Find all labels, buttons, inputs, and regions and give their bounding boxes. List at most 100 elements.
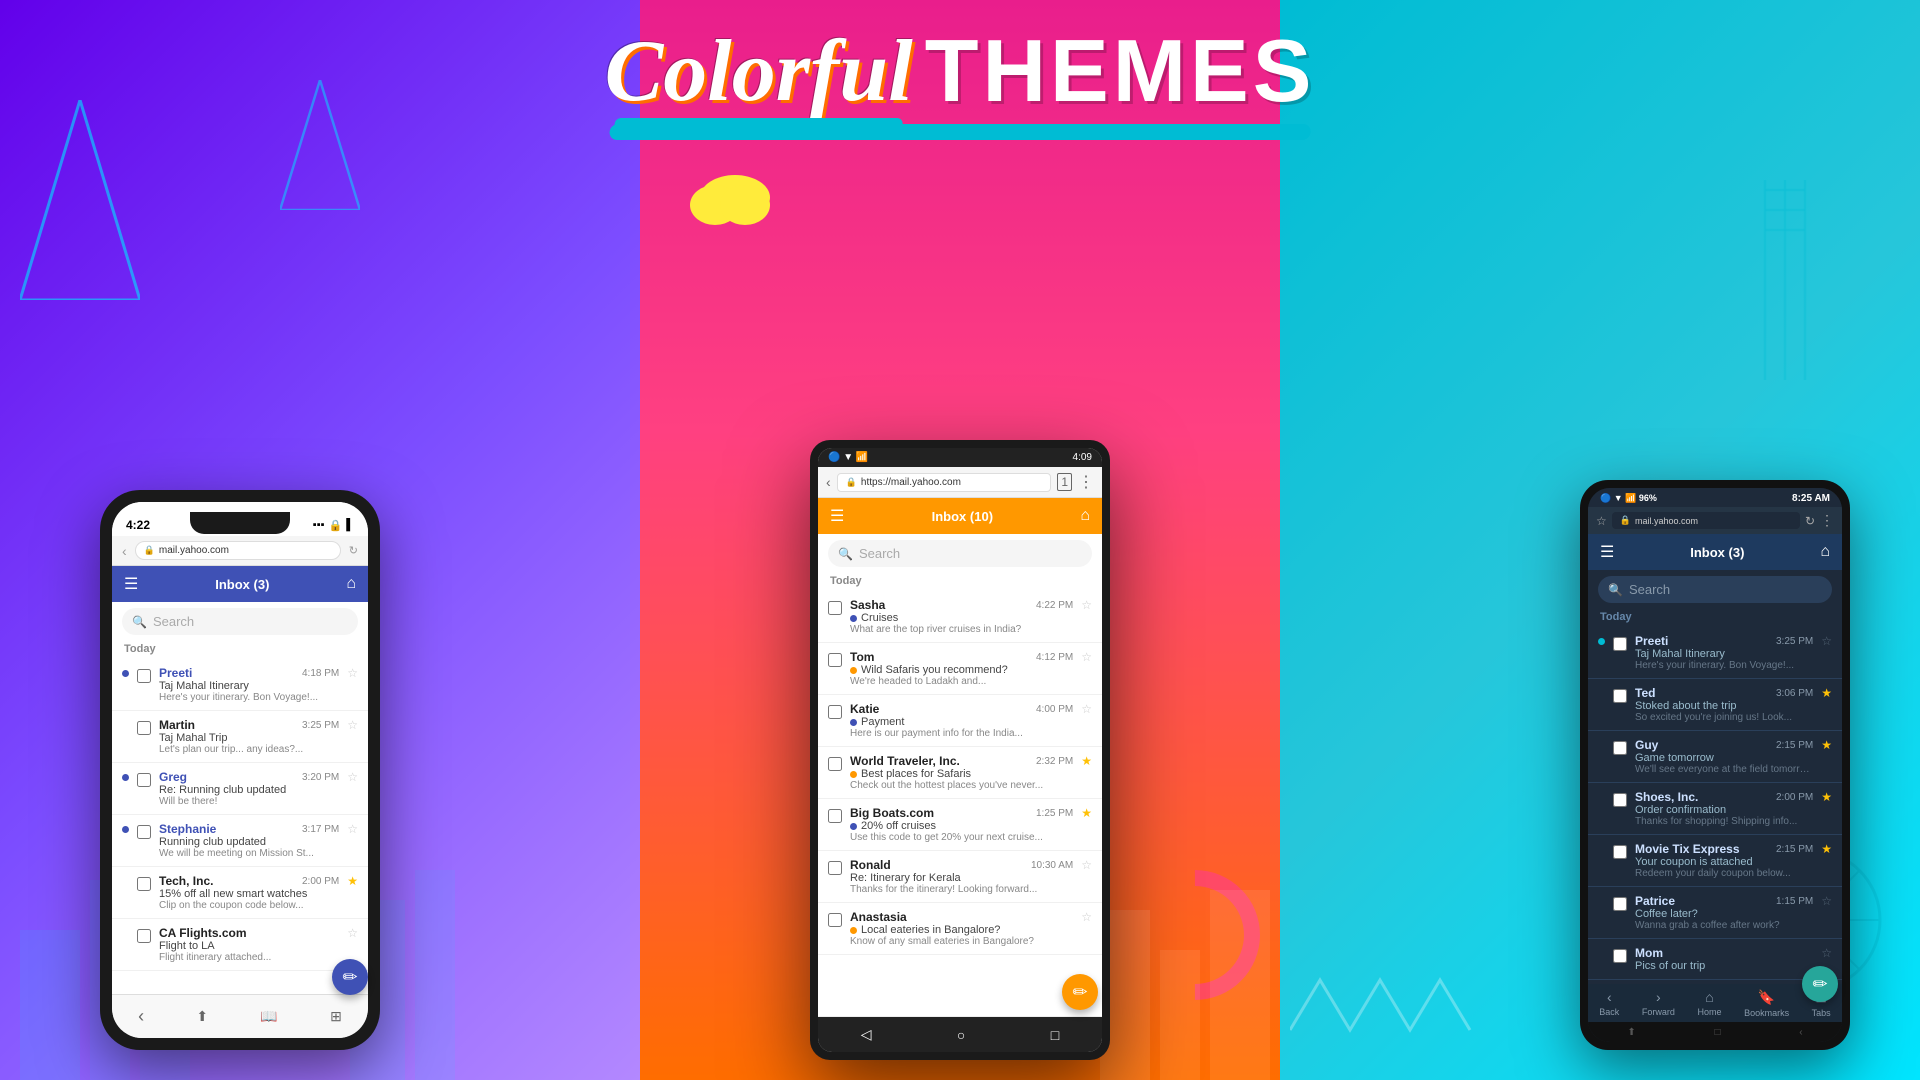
star-0[interactable]: ☆ xyxy=(347,666,358,680)
chk-mid-2[interactable] xyxy=(828,705,842,719)
hamburger-icon-middle[interactable]: ☰ xyxy=(830,506,844,526)
android-recents[interactable]: □ xyxy=(1051,1027,1059,1043)
fab-middle[interactable]: ✏ xyxy=(1062,974,1098,1010)
email-row-right-5[interactable]: Patrice 1:15 PM Coffee later? Wanna grab… xyxy=(1588,887,1842,939)
chk-r4[interactable] xyxy=(1613,845,1627,859)
bookmarks-nav-right[interactable]: 🔖 Bookmarks xyxy=(1744,989,1789,1018)
url-bar-right[interactable]: 🔒 mail.yahoo.com xyxy=(1612,512,1800,529)
back-btn-middle[interactable]: ‹ xyxy=(826,474,831,490)
email-row-mid-2[interactable]: Katie 4:00 PM Payment Here is our paymen… xyxy=(818,695,1102,747)
time-2: 3:20 PM xyxy=(302,772,339,783)
chk-r5[interactable] xyxy=(1613,897,1627,911)
email-row-left-0[interactable]: Preeti 4:18 PM Taj Mahal Itinerary Here'… xyxy=(112,659,368,711)
browser-bar-middle[interactable]: ‹ 🔒 https://mail.yahoo.com 1 ⋮ xyxy=(818,467,1102,498)
email-row-right-2[interactable]: Guy 2:15 PM Game tomorrow We'll see ever… xyxy=(1588,731,1842,783)
chk-r6[interactable] xyxy=(1613,949,1627,963)
star-r1[interactable]: ★ xyxy=(1821,686,1832,700)
star-icon-right[interactable]: ☆ xyxy=(1596,514,1607,528)
star-3[interactable]: ☆ xyxy=(347,822,358,836)
star-5[interactable]: ☆ xyxy=(347,926,358,940)
star-mid-1[interactable]: ☆ xyxy=(1081,650,1092,664)
star-r5[interactable]: ☆ xyxy=(1821,894,1832,908)
back-nav-right[interactable]: ‹ Back xyxy=(1599,989,1619,1017)
gesture-back[interactable]: ‹ xyxy=(1799,1027,1802,1038)
browser-bar-right[interactable]: ☆ 🔒 mail.yahoo.com ↻ ⋮ xyxy=(1588,507,1842,534)
email-checkbox-1[interactable] xyxy=(137,721,151,735)
back-nav-left[interactable]: ‹ xyxy=(138,1006,144,1027)
chk-mid-6[interactable] xyxy=(828,913,842,927)
chk-mid-3[interactable] xyxy=(828,757,842,771)
url-bar-left[interactable]: 🔒 mail.yahoo.com xyxy=(135,541,341,560)
tab-icon-middle[interactable]: 1 xyxy=(1057,473,1072,491)
star-mid-3[interactable]: ★ xyxy=(1081,754,1092,768)
chk-mid-1[interactable] xyxy=(828,653,842,667)
star-mid-6[interactable]: ☆ xyxy=(1081,910,1092,924)
email-checkbox-2[interactable] xyxy=(137,773,151,787)
email-row-mid-4[interactable]: Big Boats.com 1:25 PM 20% off cruises Us… xyxy=(818,799,1102,851)
star-r3[interactable]: ★ xyxy=(1821,790,1832,804)
fab-right[interactable]: ✏ xyxy=(1802,966,1838,1002)
tabs-nav-left[interactable]: ⊞ xyxy=(330,1008,342,1025)
star-r4[interactable]: ★ xyxy=(1821,842,1832,856)
email-checkbox-0[interactable] xyxy=(137,669,151,683)
star-mid-2[interactable]: ☆ xyxy=(1081,702,1092,716)
star-2[interactable]: ☆ xyxy=(347,770,358,784)
email-row-left-2[interactable]: Greg 3:20 PM Re: Running club updated Wi… xyxy=(112,763,368,815)
email-row-left-5[interactable]: CA Flights.com Flight to LA Flight itine… xyxy=(112,919,368,971)
url-bar-middle[interactable]: 🔒 https://mail.yahoo.com xyxy=(837,473,1052,492)
email-row-mid-3[interactable]: World Traveler, Inc. 2:32 PM Best places… xyxy=(818,747,1102,799)
search-bar-left[interactable]: 🔍 Search xyxy=(122,608,358,635)
chk-r3[interactable] xyxy=(1613,793,1627,807)
gesture-share[interactable]: ⬆ xyxy=(1627,1027,1635,1038)
home-icon-right[interactable]: ⌂ xyxy=(1820,543,1830,561)
star-mid-4[interactable]: ★ xyxy=(1081,806,1092,820)
back-btn-left[interactable]: ‹ xyxy=(122,543,127,559)
share-nav-left[interactable]: ⬆ xyxy=(196,1008,208,1025)
chk-r2[interactable] xyxy=(1613,741,1627,755)
search-bar-right[interactable]: 🔍 Search xyxy=(1598,576,1832,603)
star-r6[interactable]: ☆ xyxy=(1821,946,1832,960)
email-checkbox-4[interactable] xyxy=(137,877,151,891)
email-row-mid-0[interactable]: Sasha 4:22 PM Cruises What are the top r… xyxy=(818,591,1102,643)
gesture-home[interactable]: □ xyxy=(1714,1027,1720,1038)
email-row-right-4[interactable]: Movie Tix Express 2:15 PM Your coupon is… xyxy=(1588,835,1842,887)
chk-r0[interactable] xyxy=(1613,637,1627,651)
browser-bar-left[interactable]: ‹ 🔒 mail.yahoo.com ↻ xyxy=(112,536,368,566)
home-icon-middle[interactable]: ⌂ xyxy=(1080,507,1090,525)
chk-r1[interactable] xyxy=(1613,689,1627,703)
search-bar-middle[interactable]: 🔍 Search xyxy=(828,540,1092,567)
email-checkbox-3[interactable] xyxy=(137,825,151,839)
home-icon-left[interactable]: ⌂ xyxy=(346,575,356,593)
refresh-icon-right[interactable]: ↻ xyxy=(1805,514,1815,528)
email-row-mid-5[interactable]: Ronald 10:30 AM Re: Itinerary for Kerala… xyxy=(818,851,1102,903)
more-icon-right[interactable]: ⋮ xyxy=(1820,512,1834,529)
star-1[interactable]: ☆ xyxy=(347,718,358,732)
android-home[interactable]: ○ xyxy=(957,1027,965,1043)
star-mid-0[interactable]: ☆ xyxy=(1081,598,1092,612)
star-mid-5[interactable]: ☆ xyxy=(1081,858,1092,872)
chk-mid-0[interactable] xyxy=(828,601,842,615)
android-back[interactable]: ◁ xyxy=(861,1026,872,1043)
forward-nav-right[interactable]: › Forward xyxy=(1642,989,1675,1017)
email-row-mid-1[interactable]: Tom 4:12 PM Wild Safaris you recommend? … xyxy=(818,643,1102,695)
hamburger-icon-right[interactable]: ☰ xyxy=(1600,542,1614,562)
star-r2[interactable]: ★ xyxy=(1821,738,1832,752)
home-nav-right[interactable]: ⌂ Home xyxy=(1697,989,1721,1017)
email-row-left-1[interactable]: Martin 3:25 PM Taj Mahal Trip Let's plan… xyxy=(112,711,368,763)
refresh-icon-left[interactable]: ↻ xyxy=(349,544,358,557)
chk-mid-5[interactable] xyxy=(828,861,842,875)
email-row-right-1[interactable]: Ted 3:06 PM Stoked about the trip So exc… xyxy=(1588,679,1842,731)
email-row-left-4[interactable]: Tech, Inc. 2:00 PM 15% off all new smart… xyxy=(112,867,368,919)
email-row-right-3[interactable]: Shoes, Inc. 2:00 PM Order confirmation T… xyxy=(1588,783,1842,835)
menu-icon-middle[interactable]: ⋮ xyxy=(1078,472,1094,492)
email-row-right-0[interactable]: Preeti 3:25 PM Taj Mahal Itinerary Here'… xyxy=(1588,627,1842,679)
hamburger-icon-left[interactable]: ☰ xyxy=(124,574,138,594)
email-row-mid-6[interactable]: Anastasia Local eateries in Bangalore? K… xyxy=(818,903,1102,955)
email-checkbox-5[interactable] xyxy=(137,929,151,943)
bookmarks-nav-left[interactable]: 📖 xyxy=(260,1008,277,1025)
star-4[interactable]: ★ xyxy=(347,874,358,888)
star-r0[interactable]: ☆ xyxy=(1821,634,1832,648)
email-row-left-3[interactable]: Stephanie 3:17 PM Running club updated W… xyxy=(112,815,368,867)
fab-left[interactable]: ✏ xyxy=(332,959,368,995)
chk-mid-4[interactable] xyxy=(828,809,842,823)
